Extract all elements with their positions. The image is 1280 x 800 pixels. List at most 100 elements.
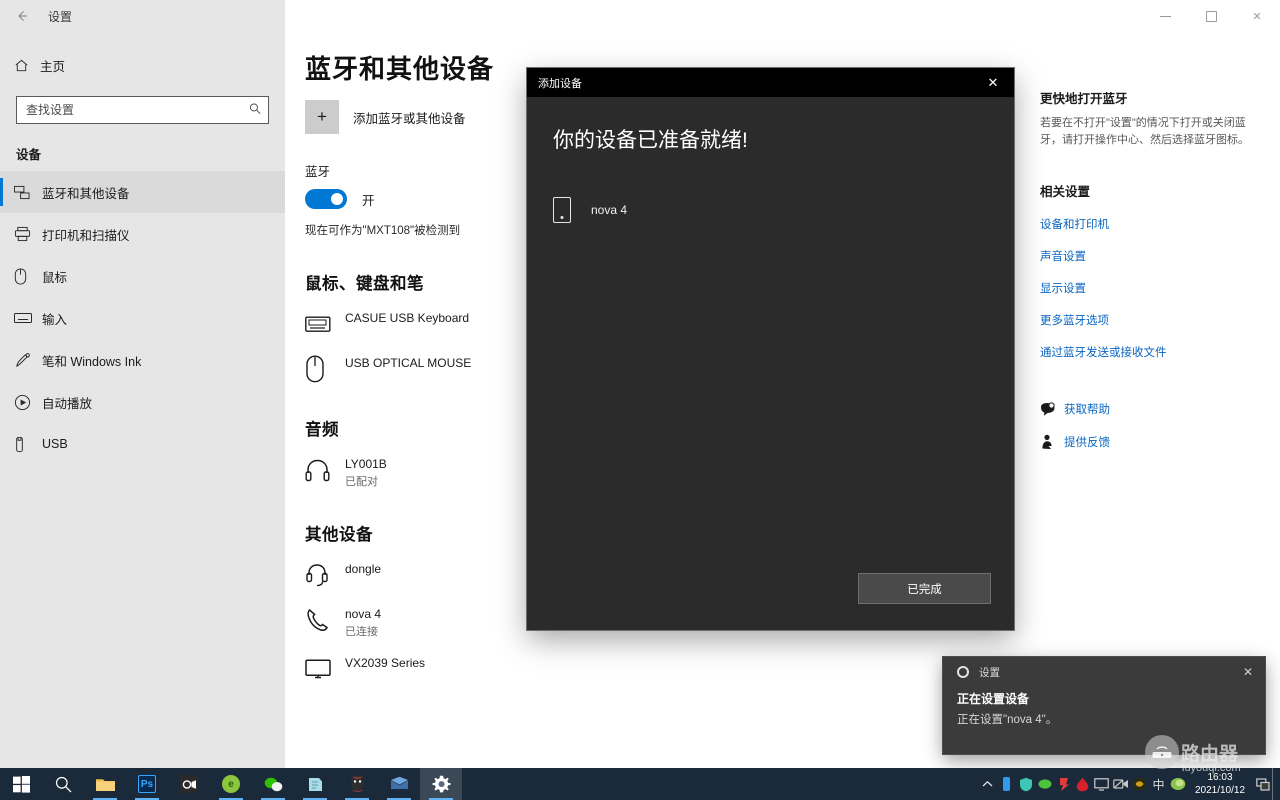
- related-link[interactable]: 通过蓝牙发送或接收文件: [1040, 344, 1255, 360]
- sidebar-item-bluetooth-devices[interactable]: 蓝牙和其他设备: [0, 171, 285, 213]
- editor-app-icon[interactable]: [294, 768, 336, 800]
- sidebar-search-wrap: [0, 82, 285, 124]
- file-explorer-icon[interactable]: [84, 768, 126, 800]
- notification-toast[interactable]: 设置 ✕ 正在设置设备 正在设置"nova 4"。: [943, 657, 1265, 754]
- sidebar-item-pen[interactable]: 笔和 Windows Ink: [0, 339, 285, 381]
- device-row[interactable]: USB OPTICAL MOUSE: [305, 354, 535, 384]
- window-title: 设置: [48, 8, 72, 25]
- device-status: 已连接: [345, 623, 381, 639]
- tray-icon-red[interactable]: [1054, 768, 1073, 800]
- toast-app-name: 设置: [979, 665, 1237, 680]
- sidebar-item-usb[interactable]: USB: [0, 423, 285, 465]
- settings-app-icon[interactable]: [420, 768, 462, 800]
- sidebar-item-autoplay[interactable]: 自动播放: [0, 381, 285, 423]
- titlebar-left-pane: 设置: [0, 0, 285, 32]
- usb-icon: [14, 436, 42, 453]
- dialog-device-name: nova 4: [591, 203, 627, 217]
- device-text: VX2039 Series: [345, 654, 425, 670]
- back-arrow-icon[interactable]: [0, 0, 44, 32]
- sidebar-item-label: 输入: [42, 309, 67, 328]
- device-row[interactable]: CASUE USB Keyboard: [305, 309, 535, 339]
- dialog-device-row[interactable]: nova 4: [553, 197, 1014, 223]
- device-row[interactable]: LY001B 已配对: [305, 455, 535, 489]
- toast-body: 正在设置"nova 4"。: [943, 707, 1265, 727]
- mail-app-icon[interactable]: [378, 768, 420, 800]
- tray-icon-camera[interactable]: [1111, 768, 1130, 800]
- tray-icon-green[interactable]: [1035, 768, 1054, 800]
- sidebar-home-label: 主页: [40, 56, 65, 75]
- search-icon[interactable]: [249, 103, 261, 118]
- headphones-icon: [305, 455, 337, 485]
- show-desktop-button[interactable]: [1272, 768, 1280, 800]
- chevron-up-icon[interactable]: [978, 768, 997, 800]
- tip-body: 若要在不打开"设置"的情况下打开或关闭蓝牙，请打开操作中心、然后选择蓝牙图标。: [1040, 115, 1255, 149]
- bluetooth-discoverable-hint: 现在可作为"MXT108"被检测到: [305, 222, 535, 238]
- get-help-label: 获取帮助: [1064, 401, 1110, 417]
- qq-icon[interactable]: [336, 768, 378, 800]
- dialog-title: 添加设备: [527, 75, 582, 91]
- sidebar-item-label: USB: [42, 437, 68, 451]
- sidebar-section-label: 设备: [0, 124, 285, 171]
- toast-close-icon[interactable]: ✕: [1237, 665, 1259, 679]
- done-button[interactable]: 已完成: [858, 573, 991, 604]
- close-button[interactable]: ✕: [1234, 0, 1280, 32]
- related-link[interactable]: 显示设置: [1040, 280, 1255, 296]
- device-name: CASUE USB Keyboard: [345, 311, 469, 325]
- device-name: USB OPTICAL MOUSE: [345, 356, 471, 370]
- minimize-button[interactable]: [1142, 0, 1188, 32]
- bluetooth-toggle[interactable]: [305, 189, 347, 209]
- home-icon: [14, 58, 40, 73]
- tray-icon-shield[interactable]: [1016, 768, 1035, 800]
- screen-recorder-icon[interactable]: [168, 768, 210, 800]
- device-row[interactable]: nova 4 已连接: [305, 605, 535, 639]
- device-row[interactable]: VX2039 Series: [305, 654, 535, 684]
- tray-icon-crimson[interactable]: [1073, 768, 1092, 800]
- toast-title: 正在设置设备: [943, 687, 1265, 707]
- phone-call-icon: [305, 605, 337, 635]
- device-name: dongle: [345, 562, 381, 576]
- start-button[interactable]: [0, 768, 42, 800]
- tray-icon-blue[interactable]: [997, 768, 1016, 800]
- add-device-label: 添加蓝牙或其他设备: [353, 108, 466, 127]
- maximize-button[interactable]: [1188, 0, 1234, 32]
- add-device-button[interactable]: + 添加蓝牙或其他设备: [305, 100, 535, 134]
- get-help-link[interactable]: 获取帮助: [1040, 401, 1255, 417]
- device-row[interactable]: dongle: [305, 560, 535, 590]
- search-input[interactable]: [17, 103, 268, 117]
- device-text: LY001B 已配对: [345, 455, 387, 489]
- monitor-icon: [305, 654, 337, 684]
- give-feedback-link[interactable]: 提供反馈: [1040, 434, 1255, 450]
- sidebar-item-label: 蓝牙和其他设备: [42, 183, 130, 202]
- sidebar-item-home[interactable]: 主页: [0, 48, 285, 82]
- headset-icon: [305, 560, 337, 590]
- green-app-icon[interactable]: e: [210, 768, 252, 800]
- titlebar-right-pane: ✕: [285, 0, 1280, 32]
- sidebar-item-mouse[interactable]: 鼠标: [0, 255, 285, 297]
- sidebar-item-printers[interactable]: 打印机和扫描仪: [0, 213, 285, 255]
- search-box[interactable]: [16, 96, 269, 124]
- give-feedback-label: 提供反馈: [1064, 434, 1110, 450]
- tray-icon-gold[interactable]: [1130, 768, 1149, 800]
- bluetooth-toggle-state: 开: [362, 190, 375, 209]
- sidebar-item-typing[interactable]: 输入: [0, 297, 285, 339]
- taskbar-search-icon[interactable]: [42, 768, 84, 800]
- device-name: LY001B: [345, 457, 387, 471]
- related-link[interactable]: 设备和打印机: [1040, 216, 1255, 232]
- photoshop-icon[interactable]: Ps: [126, 768, 168, 800]
- clock-date: 2021/10/12: [1195, 784, 1245, 798]
- wechat-icon[interactable]: [252, 768, 294, 800]
- action-center-icon[interactable]: [1253, 768, 1272, 800]
- group-heading: 鼠标、键盘和笔: [305, 270, 535, 294]
- window-titlebar: 设置 ✕: [0, 0, 1280, 32]
- device-text: dongle: [345, 560, 381, 576]
- related-link[interactable]: 更多蓝牙选项: [1040, 312, 1255, 328]
- tray-icon-display[interactable]: [1092, 768, 1111, 800]
- tray-icon-input[interactable]: 中: [1149, 768, 1168, 800]
- keyboard-icon: [305, 309, 337, 339]
- bluetooth-toggle-row[interactable]: 开: [305, 189, 535, 209]
- device-name: VX2039 Series: [345, 656, 425, 670]
- dialog-close-icon[interactable]: ✕: [972, 68, 1014, 97]
- mouse-icon: [305, 354, 337, 384]
- device-text: nova 4 已连接: [345, 605, 381, 639]
- related-link[interactable]: 声音设置: [1040, 248, 1255, 264]
